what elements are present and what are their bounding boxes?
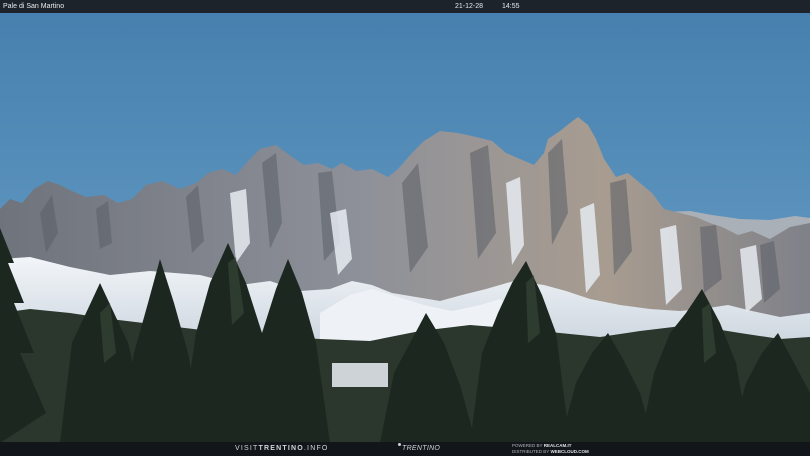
powered-by-text: POWERED BY REALCAM.IT DISTRIBUTED BY WEB… — [512, 443, 589, 454]
trentino-logo: TRENTINO — [398, 443, 440, 454]
brand-text: VISITTRENTINO.INFO — [235, 445, 329, 452]
footer-bar: VISITTRENTINO.INFO TRENTINO POWERED BY R… — [0, 442, 810, 456]
date-label: 21-12-28 — [455, 3, 484, 10]
snow-clearing — [332, 363, 388, 387]
webcam-image — [0, 13, 810, 443]
webcam-frame: Pale di San Martino 21-12-28 14:55 VISIT… — [0, 0, 810, 456]
time-label: 14:55 — [502, 3, 520, 10]
location-label: Pale di San Martino — [3, 3, 65, 10]
info-bar: Pale di San Martino 21-12-28 14:55 — [0, 0, 810, 13]
